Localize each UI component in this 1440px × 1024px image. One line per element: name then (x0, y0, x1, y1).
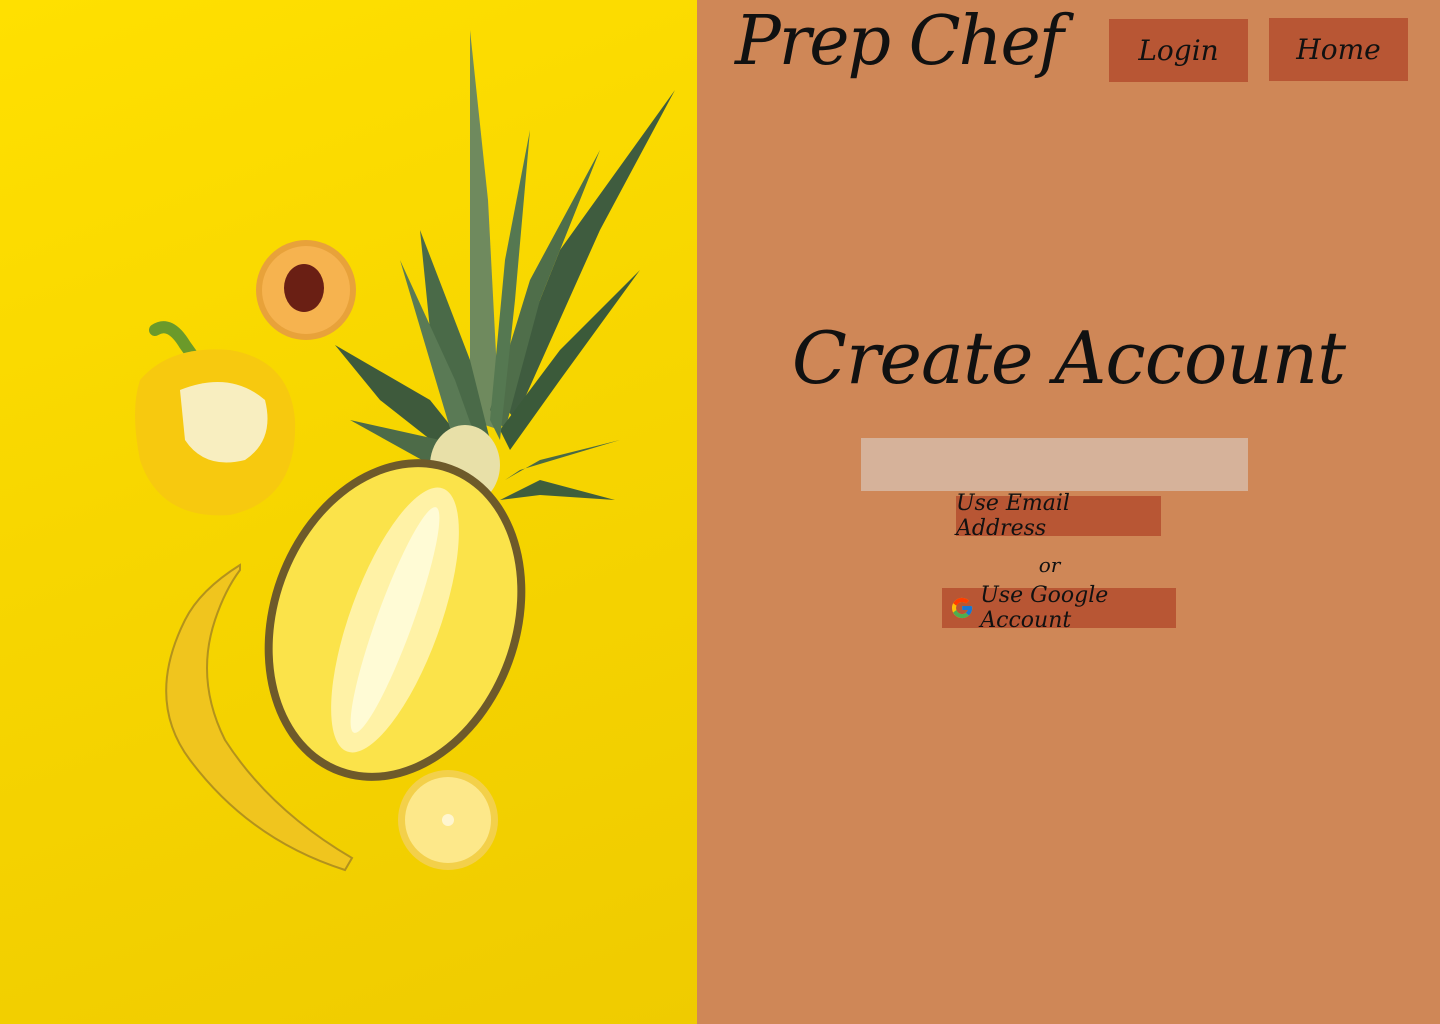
signup-panel: Prep Chef Login Home Create Account Use … (697, 0, 1440, 1024)
pineapple-leaves (335, 30, 675, 500)
hero-fruit-illustration (135, 30, 675, 872)
peach-half (256, 240, 356, 340)
yellow-pepper (135, 321, 296, 516)
email-input[interactable] (861, 438, 1248, 491)
google-g-icon (952, 597, 973, 619)
home-button[interactable]: Home (1269, 18, 1408, 81)
use-google-label: Use Google Account (980, 583, 1109, 633)
hero-image (0, 0, 697, 1024)
page-title: Create Account (791, 316, 1346, 400)
or-separator: or (1038, 553, 1061, 577)
login-button[interactable]: Login (1109, 19, 1248, 82)
use-google-button[interactable]: Use Google Account (942, 583, 1176, 633)
lemon-slice (398, 770, 498, 870)
use-email-button[interactable]: Use Email Address (956, 491, 1161, 541)
brand-logo[interactable]: Prep Chef (735, 8, 1064, 76)
